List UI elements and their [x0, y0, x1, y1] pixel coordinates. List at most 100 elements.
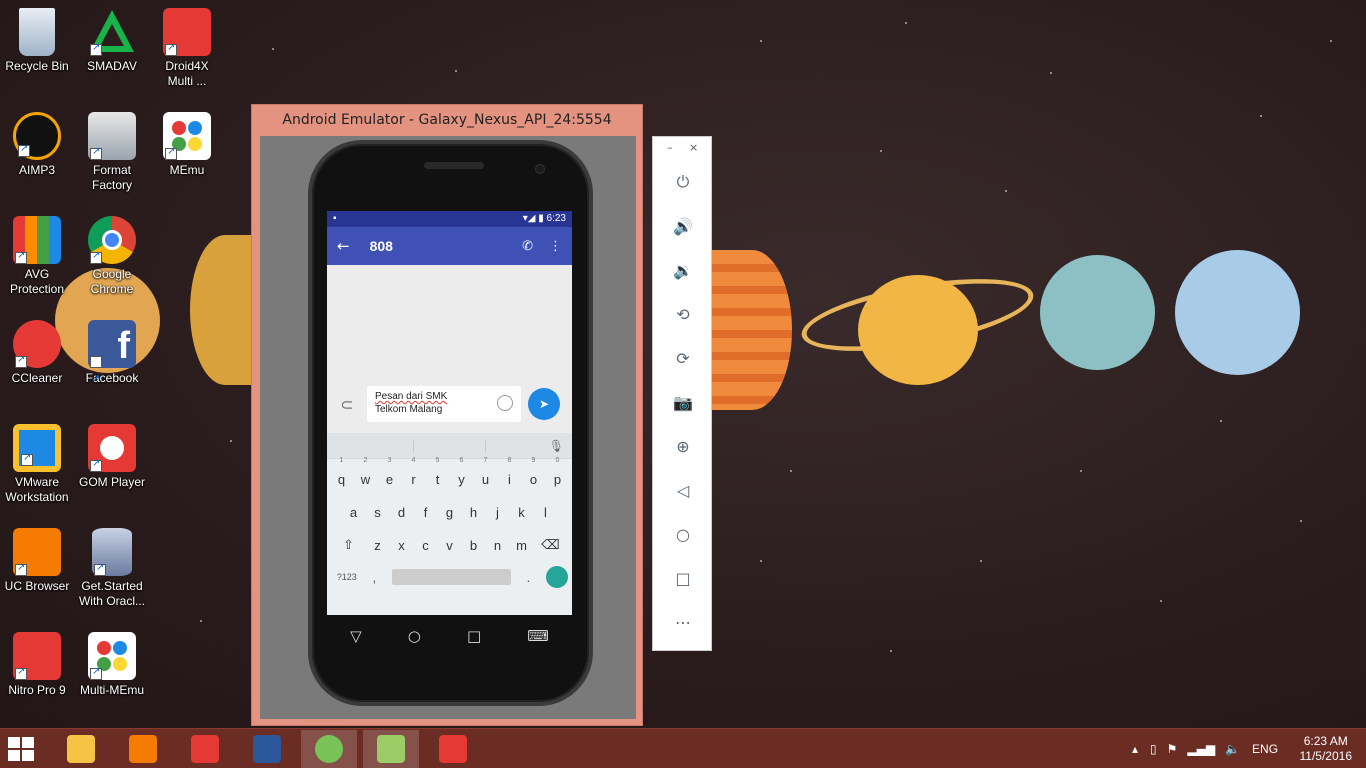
key-h[interactable]: h — [462, 496, 486, 525]
volume-up-icon[interactable]: 🔊 — [668, 211, 698, 241]
symbols-key[interactable]: ?123 — [331, 572, 363, 582]
back-icon[interactable]: ◁ — [668, 475, 698, 505]
send-button[interactable]: ➤ — [528, 388, 560, 420]
desktop-icon-recycle-bin[interactable]: Recycle Bin — [1, 8, 73, 74]
start-button[interactable] — [8, 737, 36, 761]
vmware-icon — [13, 424, 61, 472]
rotate-right-icon[interactable]: ⟳ — [668, 343, 698, 373]
toolbar-close-button[interactable]: × — [689, 141, 698, 154]
key-y[interactable]: 6y — [450, 457, 474, 492]
desktop-icon-gom-player[interactable]: GOM Player — [76, 424, 148, 490]
nav-recents-icon[interactable]: □ — [467, 627, 481, 645]
key-g[interactable]: g — [438, 496, 462, 525]
notification-icon: ▪ — [333, 213, 337, 224]
more-options-icon[interactable]: ⋯ — [668, 607, 698, 637]
android-emulator-window[interactable]: Android Emulator - Galaxy_Nexus_API_24:5… — [251, 104, 643, 726]
key-p[interactable]: 0p — [546, 457, 570, 492]
taskbar-clock[interactable]: 6:23 AM 11/5/2016 — [1300, 734, 1353, 764]
nav-keyboard-icon[interactable]: ⌨ — [527, 627, 549, 645]
desktop-icon-avg[interactable]: AVG Protection — [1, 216, 73, 297]
action-center-flag-icon[interactable]: ⚑ — [1167, 742, 1178, 756]
chrome-icon — [88, 216, 136, 264]
taskbar-word[interactable] — [239, 730, 295, 768]
attachment-icon[interactable]: ⊂ — [327, 395, 367, 414]
key-b[interactable]: b — [462, 529, 486, 558]
space-key[interactable] — [392, 569, 511, 585]
key-u[interactable]: 7u — [474, 457, 498, 492]
keyboard-row-3: ⇧ zxcvbnm ⌫ — [327, 529, 572, 558]
power-icon[interactable]: ⏻ — [668, 167, 698, 197]
key-e[interactable]: 3e — [378, 457, 402, 492]
desktop-icon-nitro-pro[interactable]: Nitro Pro 9 — [1, 632, 73, 698]
phone-screen[interactable]: ▪ ▾◢ ▮ 6:23 ← 808 ✆ ⋮ ⊂ Pesan dari SMK T… — [327, 211, 572, 615]
key-x[interactable]: x — [390, 529, 414, 558]
desktop-icon-droid4x[interactable]: Droid4X Multi ... — [151, 8, 223, 89]
phone-call-icon[interactable]: ✆ — [522, 239, 533, 254]
show-hidden-icons-icon[interactable]: ▴ — [1132, 742, 1138, 756]
key-s[interactable]: s — [366, 496, 390, 525]
desktop-icon-facebook[interactable]: f Facebook — [76, 320, 148, 406]
back-arrow-icon[interactable]: ← — [337, 237, 350, 255]
nav-back-icon[interactable]: ▽ — [350, 627, 362, 645]
uc-browser-icon — [129, 735, 157, 763]
volume-down-icon[interactable]: 🔉 — [668, 255, 698, 285]
network-signal-icon[interactable]: ▂▄▆ — [1187, 742, 1215, 756]
desktop-icon-ccleaner[interactable]: CCleaner — [1, 320, 73, 386]
microphone-icon[interactable]: 🎙 — [549, 439, 564, 453]
keyboard-bottom-row: ?123 , . — [327, 562, 572, 592]
overview-icon[interactable]: □ — [668, 563, 698, 593]
key-d[interactable]: d — [390, 496, 414, 525]
key-w[interactable]: 2w — [354, 457, 378, 492]
zoom-icon[interactable]: ⊕ — [668, 431, 698, 461]
emoji-icon[interactable] — [497, 395, 513, 411]
desktop-icon-memu[interactable]: MEmu — [151, 112, 223, 178]
desktop-icon-smadav[interactable]: SMADAV — [76, 8, 148, 74]
key-v[interactable]: v — [438, 529, 462, 558]
key-m[interactable]: m — [510, 529, 534, 558]
screenshot-camera-icon[interactable]: 📷 — [668, 387, 698, 417]
key-a[interactable]: a — [342, 496, 366, 525]
comma-key[interactable]: , — [363, 570, 387, 585]
desktop-icon-multi-memu[interactable]: Multi-MEmu — [76, 632, 148, 698]
desktop-icon-vmware[interactable]: VMware Workstation — [1, 424, 73, 505]
speaker-volume-icon[interactable]: 🔈 — [1225, 742, 1240, 756]
taskbar-nitro-pro[interactable] — [425, 730, 481, 768]
key-f[interactable]: f — [414, 496, 438, 525]
key-o[interactable]: 9o — [522, 457, 546, 492]
message-input[interactable]: Pesan dari SMK Telkom Malang — [367, 386, 521, 422]
key-t[interactable]: 5t — [426, 457, 450, 492]
soft-keyboard[interactable]: 🎙 1q2w3e4r5t6y7u8i9o0p asdfghjkl ⇧ zxcvb… — [327, 433, 572, 615]
smadav-icon — [88, 8, 136, 56]
taskbar-android-studio[interactable] — [301, 730, 357, 768]
window-title[interactable]: Android Emulator - Galaxy_Nexus_API_24:5… — [252, 105, 642, 135]
taskbar-gom-player[interactable] — [177, 730, 233, 768]
taskbar-android-emulator[interactable] — [363, 730, 419, 768]
key-i[interactable]: 8i — [498, 457, 522, 492]
keyboard-emoji-key[interactable] — [546, 566, 568, 588]
key-n[interactable]: n — [486, 529, 510, 558]
language-indicator[interactable]: ENG — [1252, 742, 1278, 756]
power-status-icon[interactable]: ▯ — [1150, 742, 1157, 756]
key-k[interactable]: k — [510, 496, 534, 525]
nav-home-icon[interactable]: ○ — [408, 627, 421, 645]
key-z[interactable]: z — [366, 529, 390, 558]
rotate-left-icon[interactable]: ⟲ — [668, 299, 698, 329]
desktop-icon-aimp3[interactable]: AIMP3 — [1, 112, 73, 178]
shift-key[interactable]: ⇧ — [332, 529, 366, 558]
key-l[interactable]: l — [534, 496, 558, 525]
key-j[interactable]: j — [486, 496, 510, 525]
key-r[interactable]: 4r — [402, 457, 426, 492]
overflow-menu-icon[interactable]: ⋮ — [549, 239, 562, 254]
key-q[interactable]: 1q — [330, 457, 354, 492]
desktop-icon-format-factory[interactable]: Format Factory — [76, 112, 148, 193]
taskbar-uc-browser[interactable] — [115, 730, 171, 768]
taskbar-file-explorer[interactable] — [53, 730, 109, 768]
desktop-icon-chrome[interactable]: Google Chrome — [76, 216, 148, 297]
period-key[interactable]: . — [517, 570, 541, 585]
home-icon[interactable]: ○ — [668, 519, 698, 549]
desktop-icon-uc-browser[interactable]: UC Browser — [1, 528, 73, 594]
key-c[interactable]: c — [414, 529, 438, 558]
desktop-icon-oracle[interactable]: Get.Started With Oracl... — [76, 528, 148, 609]
backspace-key[interactable]: ⌫ — [534, 529, 568, 558]
toolbar-minimize-button[interactable]: – — [667, 141, 673, 154]
